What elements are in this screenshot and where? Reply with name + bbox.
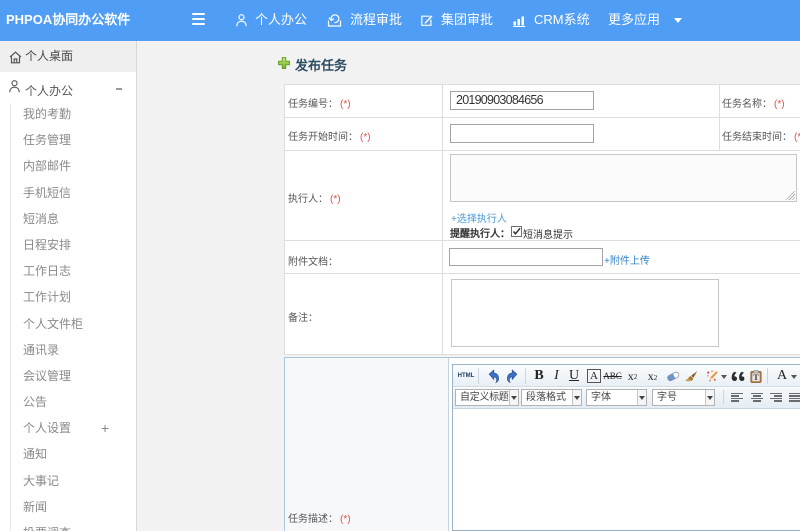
svg-text:T: T (753, 373, 759, 382)
